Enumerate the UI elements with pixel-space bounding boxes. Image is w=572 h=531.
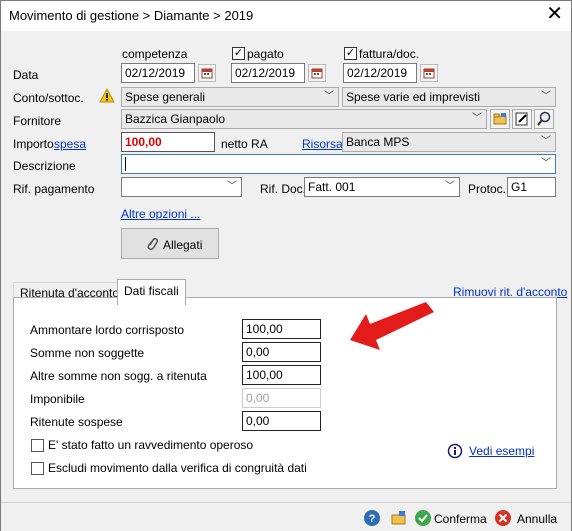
calendar-icon[interactable]: [420, 64, 438, 82]
spesa-link[interactable]: spesa: [54, 137, 86, 151]
descrizione-label: Descrizione: [13, 159, 76, 173]
ravvedimento-checkbox[interactable]: [31, 439, 44, 452]
fornitore-select[interactable]: Bazzica Gianpaolo ﹀: [121, 109, 487, 129]
importo-input[interactable]: 100,00: [121, 132, 215, 152]
check-icon: [414, 509, 432, 530]
dialog-window: Movimento di gestione > Diamante > 2019 …: [0, 0, 572, 531]
annulla-button[interactable]: Annulla: [517, 512, 557, 526]
fiscal-label: Ammontare lordo corrisposto: [30, 323, 185, 337]
window-title: Movimento di gestione > Diamante > 2019: [9, 8, 254, 23]
warning-icon: [99, 87, 115, 107]
folder-icon[interactable]: [490, 109, 510, 129]
fattura-date-input[interactable]: 02/12/2019: [343, 63, 417, 83]
conto-label: Conto/sottoc.: [13, 91, 84, 105]
fornitore-value: Bazzica Gianpaolo: [125, 112, 226, 126]
ritenute-sospese-input[interactable]: 0,00: [242, 411, 321, 431]
rif-pagamento-label: Rif. pagamento: [13, 182, 95, 196]
fattura-label: fattura/doc.: [359, 47, 420, 61]
importo-label: Importo: [13, 137, 54, 151]
ravvedimento-label: E' stato fatto un ravvedimento operoso: [48, 438, 254, 452]
rif-pagamento-select[interactable]: ﹀: [121, 177, 242, 197]
info-icon: [447, 443, 463, 462]
conferma-button[interactable]: Conferma: [434, 512, 487, 526]
somme-non-soggette-input[interactable]: 0,00: [242, 342, 321, 362]
descrizione-input[interactable]: ﹀: [121, 154, 556, 174]
fiscal-label: Altre somme non sogg. a ritenuta: [30, 369, 207, 383]
conto-select[interactable]: Spese generali ﹀: [121, 87, 339, 107]
folder-icon[interactable]: [390, 509, 408, 530]
netto-ra-label: netto RA: [221, 137, 268, 151]
edit-icon[interactable]: [512, 109, 532, 129]
chevron-down-icon: ﹀: [541, 136, 551, 147]
imponibile-input: 0,00: [242, 388, 321, 408]
text-cursor: [125, 157, 126, 171]
footer-bar: ? Conferma Annulla: [1, 502, 571, 531]
ammontare-lordo-input[interactable]: 100,00: [242, 319, 321, 339]
fiscal-label: Imponibile: [30, 392, 85, 406]
protoc-input[interactable]: G1: [507, 177, 556, 197]
rif-doc-label: Rif. Doc.: [260, 182, 307, 196]
altre-opzioni-link[interactable]: Altre opzioni ...: [121, 207, 200, 221]
allegati-label: Allegati: [163, 238, 203, 252]
help-icon[interactable]: ?: [363, 509, 381, 530]
competenza-label: competenza: [122, 47, 188, 61]
pagato-date-input[interactable]: 02/12/2019: [231, 63, 305, 83]
rif-doc-select[interactable]: Fatt. 001 ﹀: [304, 177, 460, 197]
chevron-down-icon: ﹀: [472, 113, 482, 124]
chevron-down-icon: ﹀: [324, 91, 334, 102]
calendar-icon[interactable]: [308, 64, 326, 82]
protoc-label: Protoc.: [468, 182, 507, 196]
tab-dati-fiscali[interactable]: Dati fiscali: [117, 279, 186, 305]
paperclip-icon: [145, 236, 159, 255]
allegati-button[interactable]: Allegati: [121, 228, 219, 259]
red-arrow-annotation: [344, 298, 434, 361]
svg-text:?: ?: [369, 513, 376, 525]
fiscal-label: Somme non soggette: [30, 346, 145, 360]
chevron-down-icon: ﹀: [541, 158, 551, 169]
rif-doc-value: Fatt. 001: [308, 180, 356, 194]
risorsa-link[interactable]: Risorsa: [302, 137, 343, 151]
close-icon[interactable]: ✕: [546, 4, 563, 24]
fiscal-label: Ritenute sospese: [30, 415, 123, 429]
cancel-icon: [494, 509, 512, 530]
escludi-label: Escludi movimento dalla verifica di cong…: [48, 461, 307, 475]
altre-somme-input[interactable]: 100,00: [242, 365, 321, 385]
vedi-esempi-link[interactable]: Vedi esempi: [469, 444, 534, 458]
chevron-down-icon: ﹀: [541, 91, 551, 102]
conto-value: Spese generali: [125, 90, 206, 104]
dati-fiscali-panel: Ammontare lordo corrisposto 100,00 Somme…: [13, 297, 557, 489]
pagato-label: pagato: [247, 47, 284, 61]
competenza-date-input[interactable]: 02/12/2019: [121, 63, 195, 83]
pagato-checkbox[interactable]: ✓: [232, 47, 245, 60]
calendar-icon[interactable]: [198, 64, 216, 82]
risorsa-select[interactable]: Banca MPS ﹀: [342, 132, 556, 152]
data-label: Data: [13, 68, 39, 82]
fattura-checkbox[interactable]: ✓: [344, 47, 357, 60]
search-icon[interactable]: [534, 109, 554, 129]
escludi-checkbox[interactable]: [31, 462, 44, 475]
fornitore-label: Fornitore: [13, 114, 62, 128]
sottoconto-value: Spese varie ed imprevisti: [346, 90, 481, 104]
risorsa-value: Banca MPS: [346, 135, 410, 149]
sottoconto-select[interactable]: Spese varie ed imprevisti ﹀: [342, 87, 556, 107]
chevron-down-icon: ﹀: [227, 181, 237, 192]
chevron-down-icon: ﹀: [445, 181, 455, 192]
title-bar: Movimento di gestione > Diamante > 2019 …: [1, 1, 571, 31]
